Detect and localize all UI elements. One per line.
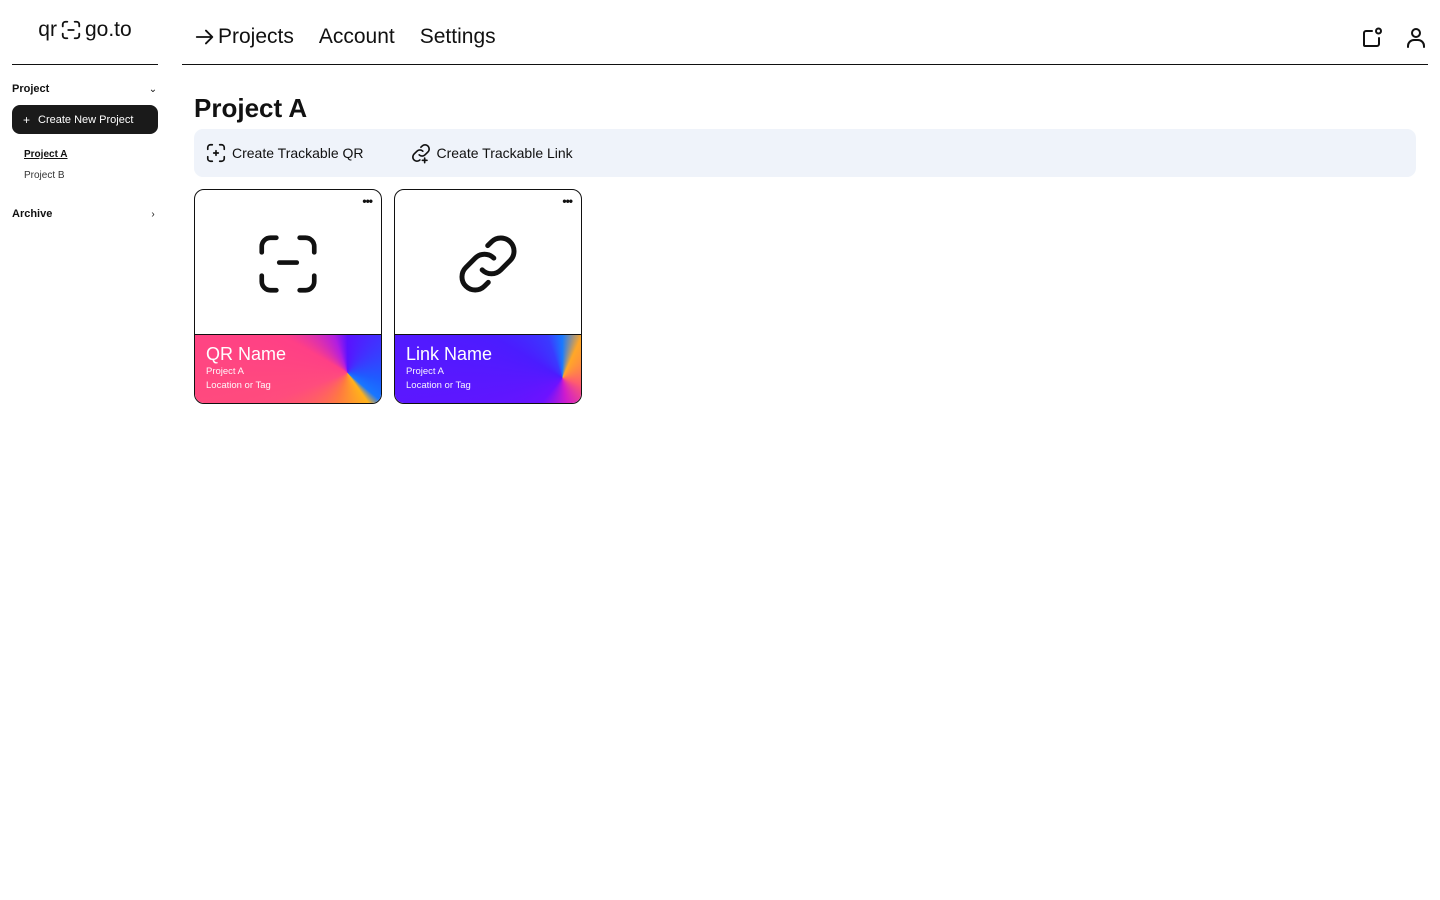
- card-info: QR Name Project A Location or Tag: [195, 335, 381, 403]
- more-options-icon[interactable]: •••: [362, 194, 373, 208]
- arrow-right-icon: [195, 29, 214, 45]
- project-list: Project A Project B: [12, 144, 158, 186]
- card-project: Project A: [206, 366, 245, 377]
- qr-card[interactable]: ••• QR Name Project A Location or Tag: [194, 189, 382, 404]
- project-section-toggle[interactable]: Project ⌄: [12, 83, 158, 95]
- card-tag: Location or Tag: [206, 380, 271, 391]
- nav-account[interactable]: Account: [319, 25, 395, 49]
- logo-text-right: go.to: [84, 18, 132, 41]
- archive-section-toggle[interactable]: Archive ›: [12, 208, 158, 220]
- logo-text-left: qr: [38, 18, 57, 41]
- card-name: Link Name: [406, 344, 493, 364]
- nav-account-label: Account: [318, 25, 395, 48]
- archive-section-label: Archive: [12, 208, 53, 220]
- chevron-right-icon: ›: [151, 208, 155, 220]
- chevron-down-icon: ⌄: [148, 83, 158, 95]
- header-icons: [1360, 26, 1428, 50]
- card-preview: •••: [195, 190, 381, 335]
- card-info: Link Name Project A Location or Tag: [395, 335, 581, 403]
- notifications-icon[interactable]: [1360, 26, 1384, 50]
- card-project: Project A: [406, 366, 445, 377]
- sidebar-item-project-b[interactable]: Project B: [24, 165, 158, 186]
- create-toolbar: Create Trackable QR Create Trackable Lin…: [194, 129, 1416, 177]
- create-trackable-qr-label: Create Trackable QR: [232, 145, 364, 161]
- nav-settings-label: Settings: [419, 25, 496, 48]
- logo[interactable]: qr go.to: [12, 0, 158, 65]
- link-icon: [459, 235, 517, 293]
- sidebar-item-project-a[interactable]: Project A: [24, 144, 158, 165]
- nav-projects[interactable]: Projects: [194, 25, 294, 49]
- qr-scan-icon: [259, 235, 317, 293]
- plus-icon: +: [23, 112, 31, 127]
- link-card[interactable]: ••• Link Name Project A Location or Tag: [394, 189, 582, 404]
- nav-projects-label: Projects: [218, 25, 294, 48]
- create-new-project-button[interactable]: + Create New Project: [12, 105, 158, 134]
- sidebar: qr go.to Project ⌄ + Create New Project …: [12, 0, 158, 220]
- create-trackable-qr-button[interactable]: Create Trackable QR: [205, 142, 364, 164]
- main-nav: Projects Account Settings: [194, 25, 496, 49]
- card-name: QR Name: [206, 344, 287, 364]
- qr-scan-logo-icon: [61, 20, 81, 40]
- user-icon[interactable]: [1404, 26, 1428, 50]
- more-options-icon[interactable]: •••: [562, 194, 573, 208]
- qr-add-icon: [206, 143, 226, 163]
- create-trackable-link-button[interactable]: Create Trackable Link: [410, 142, 573, 164]
- create-new-project-label: Create New Project: [38, 113, 134, 126]
- top-bar: Projects Account Settings: [182, 0, 1428, 65]
- page-title: Project A: [194, 93, 308, 123]
- card-preview: •••: [395, 190, 581, 335]
- link-add-icon: [411, 144, 430, 164]
- project-section-label: Project: [12, 83, 50, 95]
- card-tag: Location or Tag: [406, 380, 471, 391]
- create-trackable-link-label: Create Trackable Link: [436, 145, 573, 161]
- item-grid: ••• QR Name Project A Location or Tag ••…: [194, 189, 582, 404]
- nav-settings[interactable]: Settings: [420, 25, 496, 49]
